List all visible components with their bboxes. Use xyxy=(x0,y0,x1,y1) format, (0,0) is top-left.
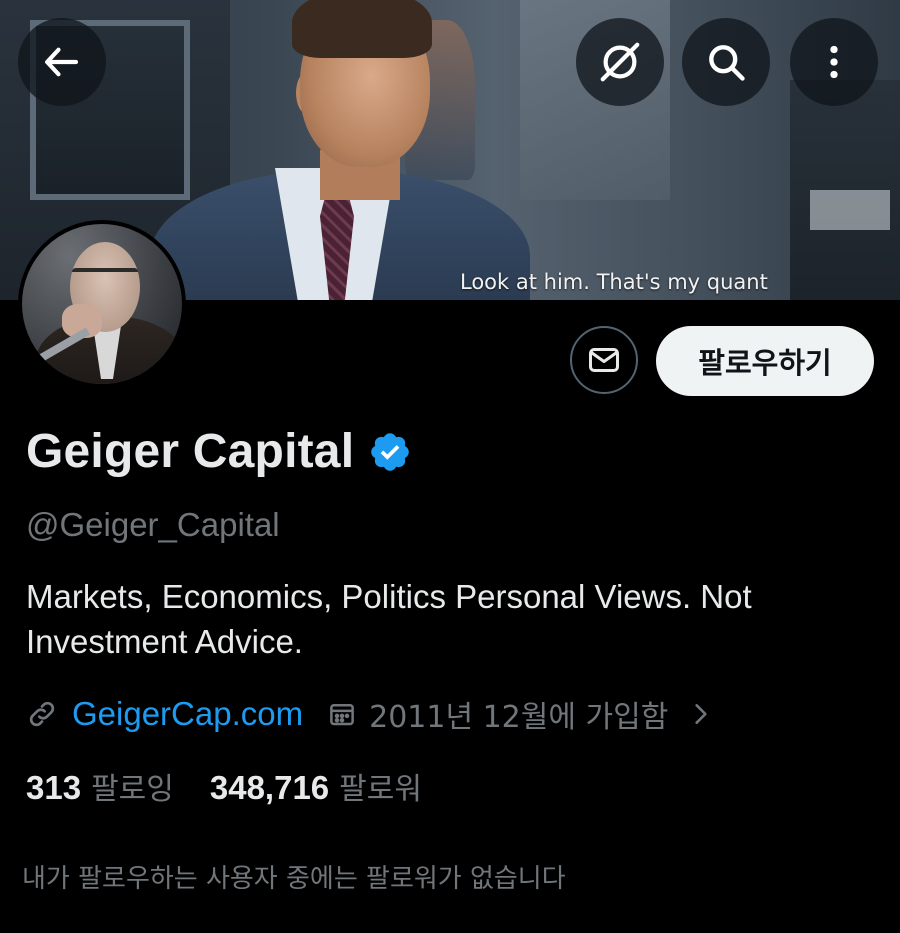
profile-meta: GeigerCap.com 2011년 12월에 가입함 xyxy=(26,692,714,736)
banner-shelf xyxy=(790,80,900,300)
following-label: 팔로잉 xyxy=(91,772,174,807)
chevron-right-icon[interactable] xyxy=(688,701,714,727)
bio: Markets, Economics, Politics Personal Vi… xyxy=(26,578,752,660)
calendar-icon xyxy=(330,704,354,726)
banner-person-hair xyxy=(292,0,432,58)
grok-button[interactable] xyxy=(576,18,664,106)
followers-stat[interactable]: 348,716 팔로워 xyxy=(210,764,422,808)
back-arrow-icon xyxy=(45,47,79,77)
follow-button[interactable]: 팔로우하기 xyxy=(656,326,874,396)
link-icon xyxy=(29,701,55,727)
avatar[interactable] xyxy=(18,220,186,388)
verified-badge-icon[interactable] xyxy=(368,430,412,474)
grok-icon xyxy=(600,42,640,82)
more-vertical-icon xyxy=(830,45,838,79)
search-button[interactable] xyxy=(682,18,770,106)
mail-icon xyxy=(589,348,619,372)
mutual-followers-note: 내가 팔로우하는 사용자 중에는 팔로워가 없습니다 xyxy=(22,864,566,894)
search-icon xyxy=(709,45,745,81)
followers-count: 348,716 xyxy=(209,769,330,806)
more-options-button[interactable] xyxy=(790,18,878,106)
website-link[interactable]: GeigerCap.com xyxy=(72,695,303,733)
followers-label: 팔로워 xyxy=(339,772,422,807)
banner-caption: Look at him. That's my quant xyxy=(460,270,768,294)
profile-name-row: Geiger Capital xyxy=(26,424,412,479)
join-date: 2011년 12월에 가입함 xyxy=(369,700,669,735)
display-name: Geiger Capital xyxy=(26,425,355,478)
back-button[interactable] xyxy=(18,18,106,106)
following-stat[interactable]: 313 팔로잉 xyxy=(26,764,174,808)
avatar-glasses xyxy=(72,268,138,286)
user-handle: @Geiger_Capital xyxy=(26,506,280,543)
following-count: 313 xyxy=(26,769,82,806)
follow-stats: 313 팔로잉 348,716 팔로워 xyxy=(26,764,458,808)
message-button[interactable] xyxy=(570,326,638,394)
